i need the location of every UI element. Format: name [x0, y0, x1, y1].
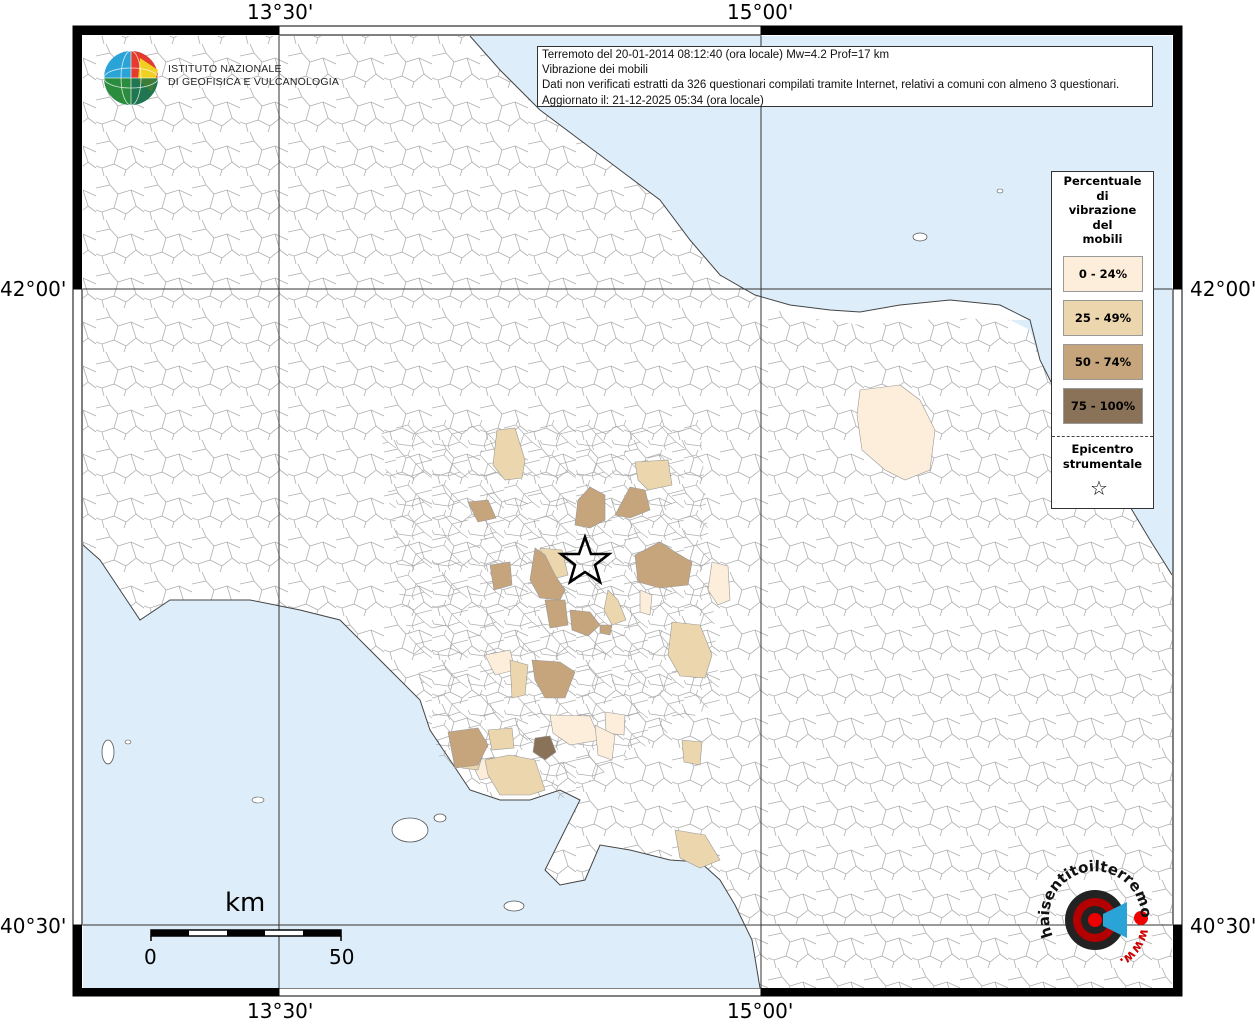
island-tremiti [912, 232, 928, 242]
lon-label-top-1500: 15°00' [727, 0, 794, 24]
lon-label-bottom-1500: 15°00' [727, 999, 794, 1023]
legend-title: Percentuale di vibrazione del mobili [1052, 172, 1153, 247]
lat-label-left-4030: 40°30' [0, 914, 67, 938]
info-parameter: Vibrazione dei mobili [542, 64, 648, 77]
scale-unit: km [225, 888, 266, 918]
legend-class-25-49: 25 - 49% [1063, 300, 1143, 336]
info-updated: Aggiornato il: 21-12-2025 05:34 (ora loc… [542, 94, 764, 107]
info-event: Terremoto del 20-01-2014 08:12:40 (ora l… [542, 49, 890, 61]
legend-epicenter-label: Epicentro strumentale [1052, 442, 1153, 472]
legend-epicenter-line: strumentale [1062, 457, 1143, 471]
lat-label-left-4200: 42°00' [0, 277, 67, 301]
earthquake-info-box: Terremoto del 20-01-2014 08:12:40 (ora l… [537, 46, 1153, 107]
legend-title-line: mobili [1082, 232, 1123, 246]
island-ischia [391, 817, 429, 843]
legend-title-line: Percentuale [1063, 174, 1142, 188]
legend-title-line: di [1096, 188, 1109, 203]
legend-separator [1052, 436, 1153, 437]
map-canvas [83, 36, 1172, 988]
lat-label-right-4200: 42°00' [1190, 277, 1255, 301]
legend: Percentuale di vibrazione del mobili 0 -… [1051, 171, 1154, 509]
ingv-line-1: ISTITUTO NAZIONALE [168, 63, 282, 75]
legend-class-50-74: 50 - 74% [1063, 344, 1143, 380]
legend-title-line: del [1092, 217, 1113, 232]
legend-star-icon: ☆ [1090, 476, 1108, 500]
island-ponza [101, 739, 115, 765]
lon-label-top-1330: 13°30' [247, 0, 314, 24]
legend-title-line: vibrazione [1068, 203, 1137, 217]
hai-sentito-logo-icon: haisentitoilterremoto.it www. [1037, 858, 1155, 969]
scale-start: 0 [144, 945, 157, 969]
legend-epicenter-line: Epicentro [1071, 442, 1134, 456]
ingv-logo-text: ISTITUTO NAZIONALE DI GEOFISICA E VULCAN… [168, 63, 339, 89]
lat-label-right-4030: 40°30' [1190, 914, 1255, 938]
scale-end: 50 [329, 945, 355, 969]
info-source: Dati non verificati estratti da 326 ques… [542, 79, 1120, 92]
island-capri [503, 900, 525, 912]
ingv-logo-icon [103, 50, 159, 106]
ingv-line-2: DI GEOFISICA E VULCANOLOGIA [168, 76, 340, 88]
legend-class-75-100: 75 - 100% [1063, 388, 1143, 424]
lon-label-bottom-1330: 13°30' [247, 999, 314, 1023]
legend-class-0-24: 0 - 24% [1063, 256, 1143, 292]
